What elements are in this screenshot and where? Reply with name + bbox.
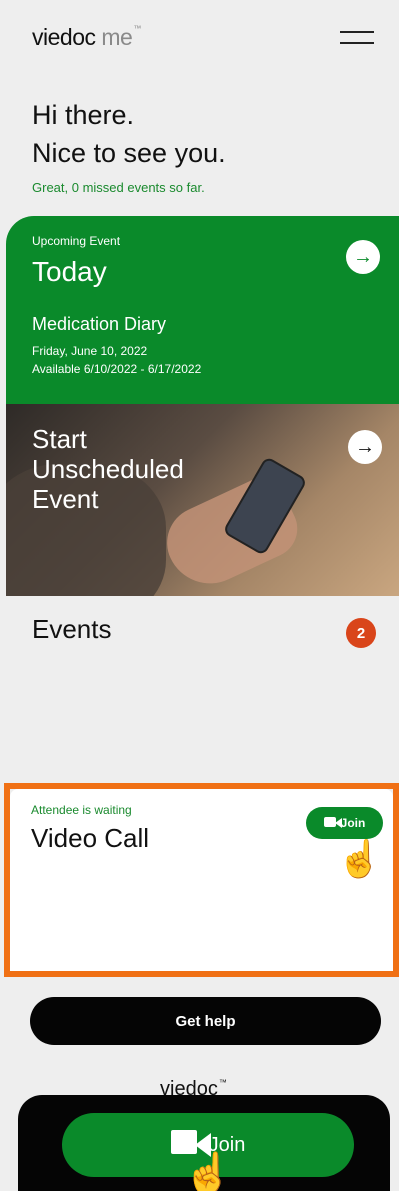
join-video-call-button[interactable]: Join: [306, 807, 383, 839]
events-heading[interactable]: Events: [32, 614, 112, 645]
upcoming-event-day: Today: [32, 256, 107, 287]
attendee-waiting-label: Attendee is waiting: [31, 803, 132, 817]
get-help-button[interactable]: Get help: [30, 997, 381, 1045]
arrow-right-icon[interactable]: →: [348, 430, 382, 464]
video-camera-icon: [323, 816, 342, 830]
join-button-label: Join: [340, 816, 366, 830]
arrow-right-icon[interactable]: →: [346, 240, 380, 274]
hamburger-menu-icon[interactable]: [340, 28, 374, 48]
event-date: Friday, June 10, 2022: [32, 344, 148, 358]
video-call-title: Video Call: [31, 823, 150, 853]
upcoming-event-label: Upcoming Event: [32, 234, 121, 248]
logo-trademark: ™: [133, 24, 141, 33]
pointer-hand-cursor-icon: ☝: [183, 1152, 233, 1191]
logo-brand: viedoc: [32, 24, 96, 50]
greeting: Hi there. Nice to see you.: [32, 96, 226, 172]
missed-events-status: Great, 0 missed events so far.: [32, 180, 205, 195]
pointer-hand-cursor-icon: ☝: [337, 838, 382, 879]
viedoc-me-logo: viedoc me™: [32, 24, 141, 51]
footer-logo-trademark: ™: [218, 1078, 227, 1087]
event-availability: Available 6/10/2022 - 6/17/2022: [32, 362, 202, 376]
events-count-badge: 2: [346, 618, 376, 648]
video-call-card: Attendee is waiting Video Call Join: [10, 789, 393, 971]
event-name: Medication Diary: [32, 314, 167, 334]
start-unscheduled-event-card[interactable]: Start Unscheduled Event →: [6, 404, 399, 596]
greeting-line-1: Hi there.: [32, 100, 135, 130]
app-header: viedoc me™: [0, 0, 399, 78]
upcoming-event-card[interactable]: Upcoming Event Today Medication Diary Fr…: [6, 216, 399, 404]
logo-suffix: me: [95, 24, 133, 50]
greeting-line-2: Nice to see you.: [32, 138, 226, 168]
unscheduled-event-title: Start Unscheduled Event: [32, 424, 184, 514]
